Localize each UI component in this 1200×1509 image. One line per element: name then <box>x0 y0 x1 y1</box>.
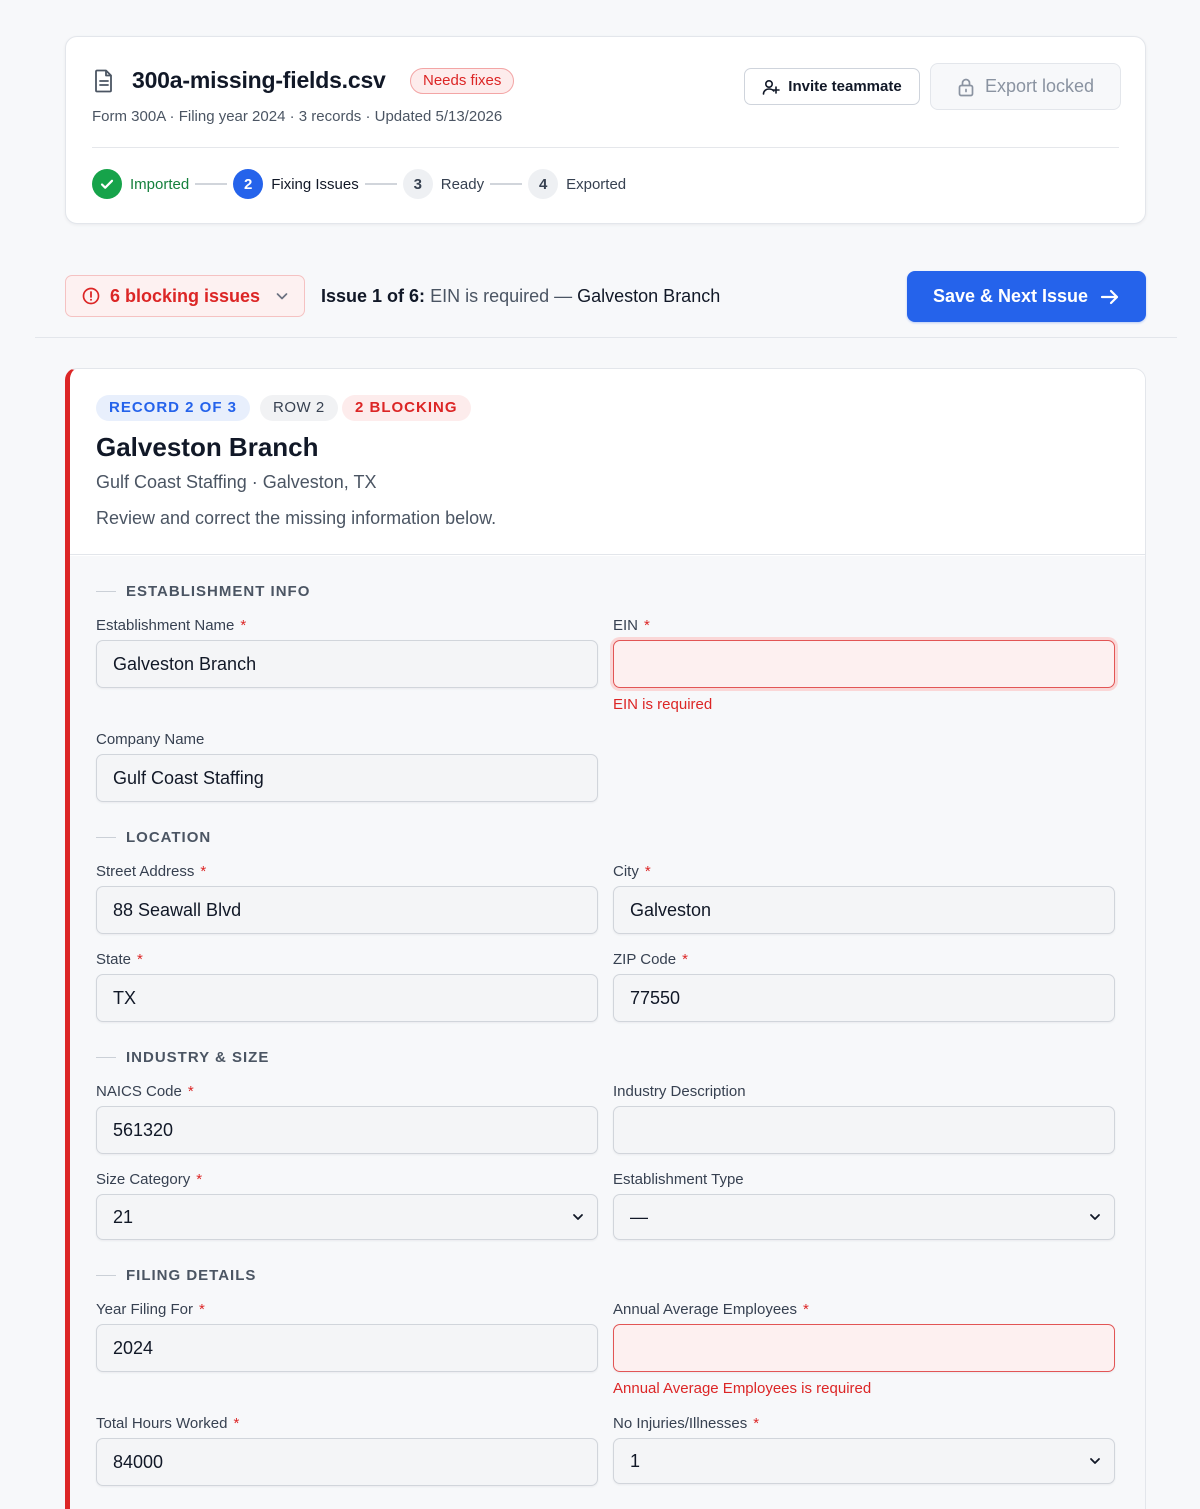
save-next-issue-button[interactable]: Save & Next Issue <box>907 271 1146 322</box>
blocking-tag: 2 BLOCKING <box>342 395 471 421</box>
annual-average-employees-input[interactable] <box>613 1324 1115 1372</box>
chevron-down-icon <box>573 1214 583 1220</box>
step-number: 2 <box>233 169 264 199</box>
street-address-label: Street Address * <box>96 863 207 880</box>
file-meta: Form 300A · Filing year 2024 · 3 records… <box>92 108 503 125</box>
no-injuries-illnesses-value: 1 <box>630 1451 641 1471</box>
step-number: 4 <box>528 169 559 199</box>
record-form: ESTABLISHMENT INFO Establishment Name * G… <box>70 556 1145 1509</box>
state-label: State * <box>96 951 143 968</box>
establishment-type-value: — <box>630 1207 648 1227</box>
check-icon <box>92 169 122 199</box>
issue-message: EIN is required — <box>430 286 573 306</box>
header-divider <box>92 147 1119 148</box>
arrow-right-icon <box>1100 289 1119 304</box>
file-icon <box>95 69 112 93</box>
ein-label: EIN * <box>613 617 650 634</box>
year-filing-for-label: Year Filing For * <box>96 1301 205 1318</box>
naics-code-input[interactable]: 561320 <box>96 1106 598 1154</box>
no-injuries-illnesses-select[interactable]: 1 <box>613 1438 1115 1484</box>
chevron-down-icon <box>1090 1214 1100 1220</box>
alert-circle-icon <box>82 287 100 305</box>
total-hours-worked-label: Total Hours Worked * <box>96 1415 240 1432</box>
ein-error: EIN is required <box>613 696 713 713</box>
save-label: Save & Next Issue <box>932 286 1089 306</box>
issue-counter: Issue 1 of 6: <box>321 286 426 306</box>
issue-record: Galveston Branch <box>577 286 721 306</box>
size-category-value: 21 <box>113 1207 134 1227</box>
ein-input[interactable] <box>613 640 1115 688</box>
company-name-label: Company Name <box>96 731 205 748</box>
company-name-input[interactable]: Gulf Coast Staffing <box>96 754 598 802</box>
state-input[interactable]: TX <box>96 974 598 1022</box>
step-exported: 4 Exported <box>528 169 626 199</box>
issue-bar-divider <box>35 337 1177 338</box>
zip-code-input[interactable]: 77550 <box>613 974 1115 1022</box>
industry-description-label: Industry Description <box>613 1083 746 1100</box>
step-connector <box>364 183 397 185</box>
record-hint: Review and correct the missing informati… <box>96 508 497 528</box>
export-locked-button[interactable]: Export locked <box>930 63 1121 110</box>
establishment-type-label: Establishment Type <box>613 1171 744 1188</box>
annual-average-employees-error: Annual Average Employees is required <box>613 1380 872 1397</box>
record-summary: RECORD 2 OF 3 ROW 2 2 BLOCKING Galveston… <box>70 369 1145 555</box>
section-filing-details: FILING DETAILS <box>96 1267 256 1284</box>
chevron-down-icon <box>276 293 288 300</box>
export-label: Export locked <box>984 76 1095 96</box>
blocking-issues-dropdown[interactable]: 6 blocking issues <box>65 275 305 317</box>
city-label: City * <box>613 863 651 880</box>
total-hours-worked-input[interactable]: 84000 <box>96 1438 598 1486</box>
establishment-type-select[interactable]: — <box>613 1194 1115 1240</box>
invite-teammate-button[interactable]: Invite teammate <box>744 68 920 105</box>
step-label: Imported <box>130 175 190 193</box>
section-industry-size: INDUSTRY & SIZE <box>96 1049 269 1066</box>
establishment-name-label: Establishment Name * <box>96 617 247 634</box>
street-address-input[interactable]: 88 Seawall Blvd <box>96 886 598 934</box>
section-location: LOCATION <box>96 829 211 846</box>
progress-stepper: Imported 2 Fixing Issues 3 Ready 4 Expor… <box>92 168 626 200</box>
size-category-label: Size Category * <box>96 1171 203 1188</box>
city-input[interactable]: Galveston <box>613 886 1115 934</box>
file-header-card: 300a-missing-fields.csv Needs fixes Form… <box>65 36 1146 224</box>
user-plus-icon <box>762 79 781 95</box>
status-badge: Needs fixes <box>410 68 515 94</box>
annual-average-employees-label: Annual Average Employees * <box>613 1301 809 1318</box>
step-label: Exported <box>566 175 627 193</box>
record-tag: RECORD 2 OF 3 <box>96 395 251 421</box>
record-title: Galveston Branch <box>96 432 319 462</box>
step-ready: 3 Ready <box>402 169 485 199</box>
naics-code-label: NAICS Code * <box>96 1083 194 1100</box>
step-fixing-issues: 2 Fixing Issues <box>233 169 359 199</box>
industry-description-input[interactable] <box>613 1106 1115 1154</box>
step-label: Fixing Issues <box>271 175 359 193</box>
step-imported: Imported <box>92 169 189 199</box>
no-injuries-illnesses-label: No Injuries/Illnesses * <box>613 1415 760 1432</box>
step-connector <box>490 183 523 185</box>
invite-label: Invite teammate <box>788 78 902 95</box>
section-establishment-info: ESTABLISHMENT INFO <box>96 583 310 600</box>
year-filing-for-input[interactable]: 2024 <box>96 1324 598 1372</box>
step-number: 3 <box>402 169 433 199</box>
size-category-select[interactable]: 21 <box>96 1194 598 1240</box>
establishment-name-input[interactable]: Galveston Branch <box>96 640 598 688</box>
current-issue-text: Issue 1 of 6: EIN is required — Galvesto… <box>321 286 720 307</box>
file-name: 300a-missing-fields.csv <box>132 67 386 93</box>
record-subtitle: Gulf Coast Staffing · Galveston, TX <box>96 472 377 492</box>
lock-icon <box>958 78 974 96</box>
step-connector <box>195 183 228 185</box>
row-tag: ROW 2 <box>260 395 338 421</box>
blocking-issues-label: 6 blocking issues <box>110 285 261 306</box>
chevron-down-icon <box>1090 1458 1100 1464</box>
step-label: Ready <box>440 175 485 193</box>
record-card: RECORD 2 OF 3 ROW 2 2 BLOCKING Galveston… <box>65 368 1146 1509</box>
zip-code-label: ZIP Code * <box>613 951 688 968</box>
